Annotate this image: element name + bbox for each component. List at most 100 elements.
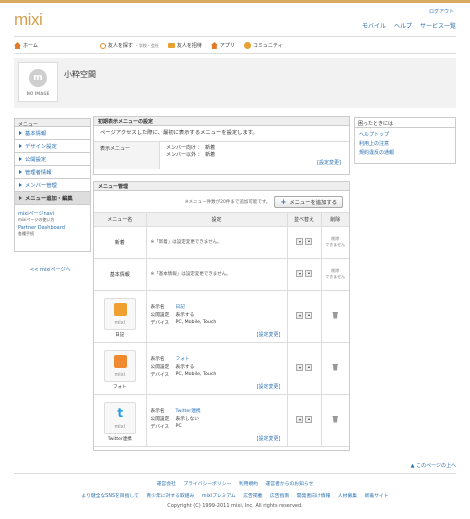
nav-home[interactable]: ホーム xyxy=(14,42,38,49)
sidebar-item-members[interactable]: メンバー管理 xyxy=(14,179,91,192)
trash-icon[interactable] xyxy=(332,363,339,371)
report-violation-link[interactable]: 規約違反の通報 xyxy=(355,148,455,157)
mixi-pages-navi-sub: mixiページの使い方 xyxy=(18,217,55,222)
sidebar-item-design[interactable]: デザイン設定 xyxy=(14,140,91,153)
footer-link[interactable]: 広告指南 xyxy=(270,494,289,499)
mixi-m-icon: m xyxy=(29,69,47,87)
page-top-link[interactable]: ▲ このページの上へ xyxy=(411,462,456,469)
member-menu-value: メンバー向け ： 新着 xyxy=(166,145,216,151)
app-icon xyxy=(210,42,218,49)
move-up-icon[interactable] xyxy=(305,415,312,423)
app-icon-label: mixi xyxy=(114,423,126,430)
nonmember-menu-value: メンバー以外 ： 新着 xyxy=(166,152,216,158)
sidebar-item-visibility[interactable]: 公開設定 xyxy=(14,153,91,166)
footer-link[interactable]: より健全なSNSを目指して xyxy=(81,494,138,499)
noimage-label: NO IMAGE xyxy=(26,91,50,96)
visibility-key: 公開設定 xyxy=(150,417,170,422)
help-box: 困ったときには ヘルプトップ 利用上の注意 規約違反の通報 xyxy=(354,117,456,164)
nav-home-label: ホーム xyxy=(23,43,38,49)
device-key: デバイス xyxy=(150,321,170,326)
device-key: デバイス xyxy=(150,373,170,378)
table-row: mixi 日記 表示名 日記 公開設定 表示する デバイス PC, Mobile, T… xyxy=(94,290,349,343)
edit-settings-link[interactable]: [設定変更] xyxy=(257,331,281,338)
device-value: PC, Mobile, Touch xyxy=(175,320,217,325)
mobile-link[interactable]: モバイル xyxy=(362,21,386,30)
footer-link[interactable]: 開発者向け情報 xyxy=(297,494,331,499)
menu-setting: ※「基本情報」は設定変更できません。 xyxy=(146,258,288,291)
community-icon xyxy=(243,42,251,49)
add-menu-button[interactable]: + メニューを追加する xyxy=(274,195,343,208)
move-down-icon[interactable] xyxy=(296,269,303,277)
logout-link[interactable]: ログアウト xyxy=(429,8,454,15)
menu-manage-panel: メニュー管理 ※メニュー件数が20件まで追加可能です。 + メニューを追加する … xyxy=(93,181,350,451)
profile-image[interactable]: m NO IMAGE xyxy=(18,62,58,102)
triangle-right-icon xyxy=(19,196,22,200)
app-caption: フォト xyxy=(113,384,127,390)
plus-icon: + xyxy=(280,197,287,206)
move-up-icon[interactable] xyxy=(305,363,312,371)
display-name-value[interactable]: フォト xyxy=(176,356,190,364)
services-link[interactable]: サービス一覧 xyxy=(420,21,456,30)
col-header-setting: 設定 xyxy=(146,213,288,227)
header-links: モバイル ヘルプ サービス一覧 xyxy=(362,21,456,30)
trash-icon[interactable] xyxy=(332,311,339,319)
back-to-mixi-page-link[interactable]: << mixiページへ xyxy=(30,266,70,273)
nav-app[interactable]: アプリ xyxy=(210,42,235,49)
move-down-icon[interactable] xyxy=(296,363,303,371)
footer-link[interactable]: mixiプレミアム xyxy=(202,494,236,499)
help-link[interactable]: ヘルプ xyxy=(394,21,412,30)
no-delete-label: 削除 できません xyxy=(321,258,349,291)
sidebar-item-label: 公開設定 xyxy=(25,157,47,163)
footer-link[interactable]: 運営会社 xyxy=(157,482,176,487)
move-up-icon[interactable] xyxy=(305,311,312,319)
footer-link[interactable]: プライバシーポリシー xyxy=(183,482,231,487)
footer-link[interactable]: 青少年に対する取組み xyxy=(146,494,194,499)
footer-link[interactable]: 利用規約 xyxy=(239,482,258,487)
page-title: 小粋空間 xyxy=(64,70,96,79)
usage-notes-link[interactable]: 利用上の注意 xyxy=(355,139,455,148)
home-icon xyxy=(14,42,21,49)
visibility-key: 公開設定 xyxy=(150,365,170,370)
move-down-icon[interactable] xyxy=(296,311,303,319)
nav-community[interactable]: コミュニティ xyxy=(243,42,283,49)
triangle-right-icon xyxy=(19,131,22,135)
footer-link[interactable]: 広告掲載 xyxy=(243,494,262,499)
move-down-icon[interactable] xyxy=(296,237,303,245)
sidebar-item-menu-edit[interactable]: メニュー追加・編集 xyxy=(14,192,91,205)
visibility-value: 表示する xyxy=(175,313,195,318)
table-row: 基本情報 ※「基本情報」は設定変更できません。 削除 できません xyxy=(94,258,349,291)
display-name-key: 表示名 xyxy=(150,305,165,310)
sidebar-item-label: 管理者情報 xyxy=(25,170,52,176)
move-down-icon[interactable] xyxy=(296,415,303,423)
display-menu-label: 表示メニュー xyxy=(94,142,160,169)
mixi-logo[interactable]: mixi xyxy=(14,10,43,30)
menu-setting: ※「新着」は設定変更できません。 xyxy=(146,226,288,259)
sidebar-item-label: メンバー管理 xyxy=(25,183,57,189)
edit-settings-link[interactable]: [設定変更] xyxy=(257,435,281,442)
nav-invite[interactable]: 友人を招待 xyxy=(167,42,202,49)
nav-find-friends[interactable]: 友人を探す ・学校・会社 xyxy=(99,42,159,49)
menu-name: 新着 xyxy=(94,226,147,259)
trash-icon[interactable] xyxy=(332,415,339,423)
add-menu-button-label: メニューを追加する xyxy=(289,199,337,206)
mixi-pages-navi-link[interactable]: mixiページnavi xyxy=(18,210,87,217)
display-name-key: 表示名 xyxy=(150,357,165,362)
display-name-value[interactable]: 日記 xyxy=(176,304,185,312)
footer-link[interactable]: 運営者からのお知らせ xyxy=(266,482,314,487)
initial-menu-edit-link[interactable]: [設定変更] xyxy=(317,159,341,166)
footer-link[interactable]: 人材募集 xyxy=(338,494,357,499)
menu-name: 基本情報 xyxy=(94,258,147,291)
footer-links-row2: より健全なSNSを目指して 青少年に対する取組み mixiプレミアム 広告掲載 … xyxy=(0,492,470,499)
sidebar-item-admin[interactable]: 管理者情報 xyxy=(14,166,91,179)
footer-link[interactable]: 新着サイト xyxy=(365,494,389,499)
table-row: mixi フォト 表示名 フォト 公開設定 表示する デバイス PC, Mobile,… xyxy=(94,342,349,395)
app-icon-label: mixi xyxy=(114,319,126,326)
move-up-icon[interactable] xyxy=(305,269,312,277)
sidebar-item-basic-info[interactable]: 基本情報 xyxy=(14,127,91,140)
display-name-value[interactable]: Twitter連携 xyxy=(176,408,201,416)
edit-settings-link[interactable]: [設定変更] xyxy=(257,383,281,390)
triangle-right-icon xyxy=(19,157,22,161)
move-up-icon[interactable] xyxy=(305,237,312,245)
menu-limit-note: ※メニュー件数が20件まで追加可能です。 xyxy=(184,199,271,205)
help-top-link[interactable]: ヘルプトップ xyxy=(355,130,455,139)
